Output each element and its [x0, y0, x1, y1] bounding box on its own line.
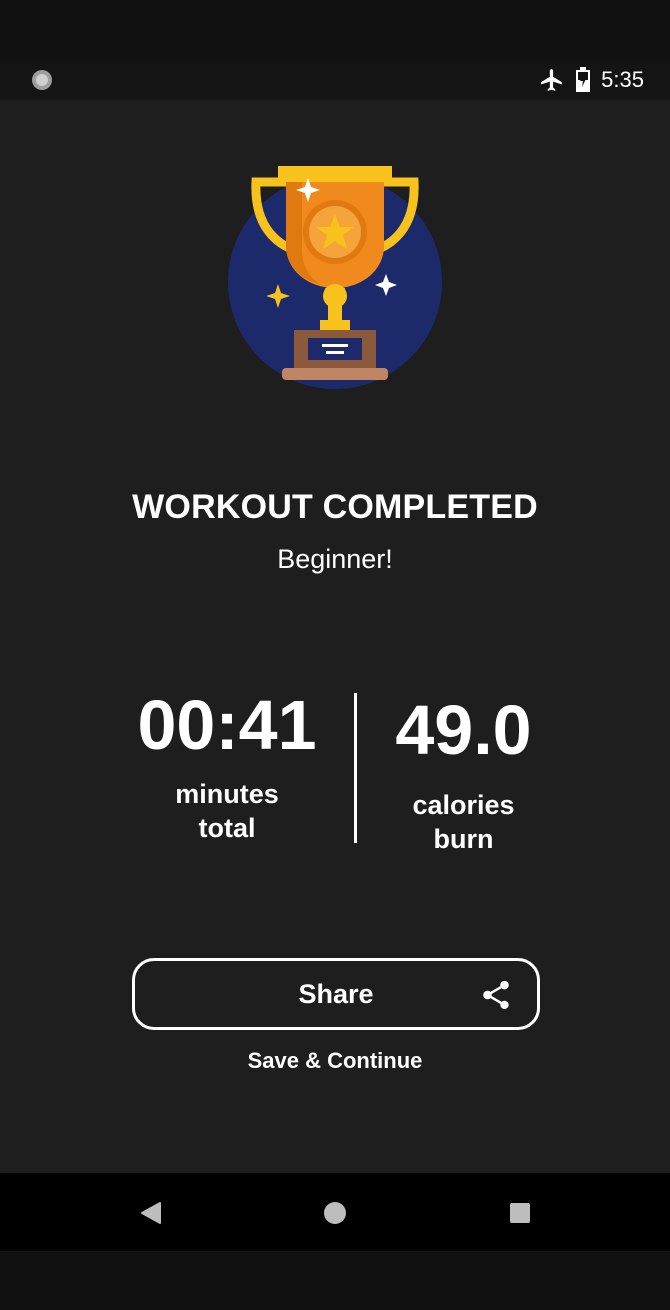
workout-level: Beginner! [277, 544, 393, 574]
share-button[interactable]: Share [132, 958, 540, 1030]
trophy-icon [228, 166, 442, 389]
calories-value: 49.0 [395, 691, 532, 769]
airplane-mode-icon [541, 69, 562, 91]
status-bar: 5:35 [0, 60, 670, 100]
duration-value: 00:41 [137, 686, 317, 764]
home-icon[interactable] [317, 1195, 353, 1231]
calories-stat: 49.0 calories burn [355, 690, 572, 856]
duration-label: minutes total [107, 777, 347, 845]
workout-completed-title: WORKOUT COMPLETED [132, 488, 538, 526]
share-icon [483, 980, 509, 1010]
bottom-strip [0, 1251, 670, 1310]
save-continue-link[interactable]: Save & Continue [0, 1048, 670, 1074]
duration-label-line2: total [198, 813, 256, 843]
clock: 5:35 [601, 67, 644, 92]
loading-icon [32, 70, 52, 90]
back-icon[interactable] [132, 1195, 168, 1231]
calories-label-line2: burn [433, 824, 494, 854]
recent-apps-icon[interactable] [502, 1195, 538, 1231]
app-screen: 5:35 WORKOUT COMPLETED Beginner! 00:41 m… [0, 0, 670, 1310]
navigation-bar [0, 1173, 670, 1251]
duration-stat: 00:41 minutes total [107, 685, 347, 845]
calories-label-line1: calories [412, 790, 515, 820]
duration-label-line1: minutes [175, 779, 279, 809]
share-button-label: Share [298, 979, 374, 1009]
workout-result-panel: WORKOUT COMPLETED Beginner! 00:41 minute… [0, 100, 670, 1173]
battery-icon [576, 67, 591, 92]
calories-label: calories burn [355, 788, 572, 856]
status-indicators: 5:35 [539, 60, 644, 100]
